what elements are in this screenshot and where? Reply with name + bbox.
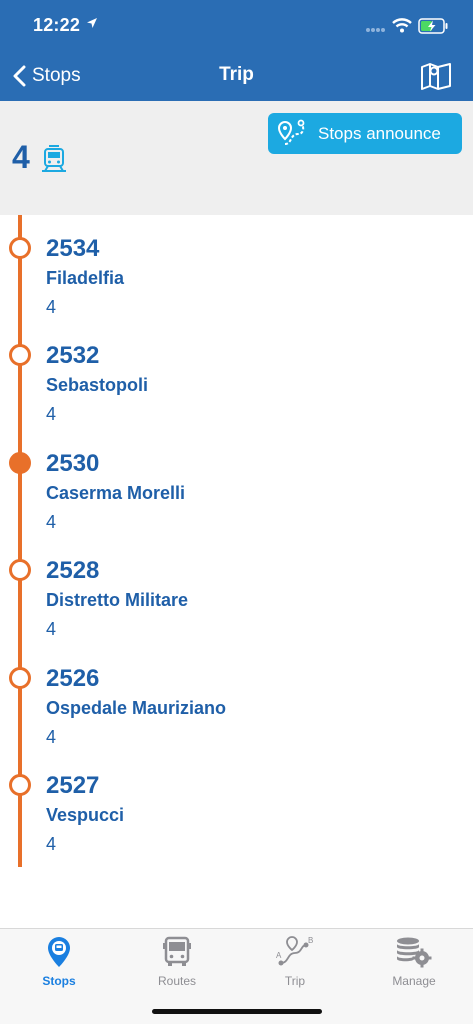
- stop-route: 4: [46, 512, 57, 532]
- tab-stops[interactable]: Stops: [0, 935, 118, 991]
- stop-code: 2532: [46, 342, 100, 369]
- battery-charging-icon: [418, 18, 448, 34]
- bus-icon: [163, 936, 191, 966]
- tab-trip-label: Trip: [284, 974, 306, 988]
- stop-name: Vespucci: [46, 805, 125, 825]
- list-item[interactable]: 2530 Caserma Morelli 4: [0, 430, 473, 532]
- svg-text:A: A: [276, 951, 282, 960]
- stop-marker: [9, 774, 31, 796]
- route-a-b-icon: A B: [276, 936, 313, 966]
- route-header: 4 Stops announce: [0, 101, 473, 215]
- stop-route: 4: [46, 297, 57, 317]
- tab-manage-label: Manage: [392, 974, 436, 988]
- current-stop-marker: [9, 452, 31, 474]
- stop-route: 4: [46, 404, 57, 424]
- stops-announce-button[interactable]: Stops announce: [268, 113, 462, 154]
- tram-icon: [42, 145, 66, 172]
- map-button[interactable]: [420, 60, 452, 90]
- list-item[interactable]: 2526 Ospedale Mauriziano 4: [0, 645, 473, 747]
- stop-route: 4: [46, 834, 57, 854]
- map-icon: [421, 63, 451, 90]
- page-title: Trip: [219, 64, 254, 85]
- wifi-icon: [392, 18, 412, 33]
- list-item[interactable]: 2527 Vespucci 4: [0, 752, 473, 854]
- stop-marker: [9, 559, 31, 581]
- tab-stops-label: Stops: [42, 974, 76, 988]
- stop-name: Caserma Morelli: [46, 483, 186, 503]
- stop-marker: [9, 344, 31, 366]
- stop-route: 4: [46, 619, 57, 639]
- location-arrow-icon: [87, 18, 97, 28]
- list-item[interactable]: 2534 Filadelfia 4: [0, 215, 473, 317]
- tab-routes[interactable]: Routes: [118, 935, 236, 991]
- navigation-bar: Stops Trip: [0, 50, 473, 101]
- tab-routes-label: Routes: [157, 974, 197, 988]
- stop-route: 4: [46, 727, 57, 747]
- stop-name: Filadelfia: [46, 268, 125, 288]
- list-item[interactable]: 2528 Distretto Militare 4: [0, 537, 473, 639]
- route-pin-icon: [277, 119, 305, 145]
- svg-text:B: B: [308, 936, 313, 945]
- stop-marker: [9, 237, 31, 259]
- stops-announce-label: Stops announce: [318, 123, 441, 143]
- stop-marker: [9, 667, 31, 689]
- bus-stop-pin-icon: [48, 937, 70, 967]
- tab-trip[interactable]: A B Trip: [236, 935, 354, 991]
- stop-code: 2530: [46, 450, 100, 477]
- tab-manage[interactable]: Manage: [355, 935, 473, 991]
- stop-name: Distretto Militare: [46, 590, 189, 610]
- status-time: 12:22: [33, 15, 81, 35]
- list-item[interactable]: 2532 Sebastopoli 4: [0, 322, 473, 424]
- stop-name: Ospedale Mauriziano: [46, 698, 227, 718]
- home-indicator: [152, 1009, 322, 1014]
- stop-code: 2526: [46, 665, 100, 692]
- stop-code: 2528: [46, 557, 100, 584]
- cellular-signal-icon: [366, 28, 385, 32]
- route-number: 4: [12, 139, 30, 175]
- stop-code: 2534: [46, 235, 100, 262]
- status-bar: 12:22: [0, 0, 473, 50]
- stop-code: 2527: [46, 772, 100, 799]
- database-gear-icon: [397, 937, 432, 968]
- stop-name: Sebastopoli: [46, 375, 149, 395]
